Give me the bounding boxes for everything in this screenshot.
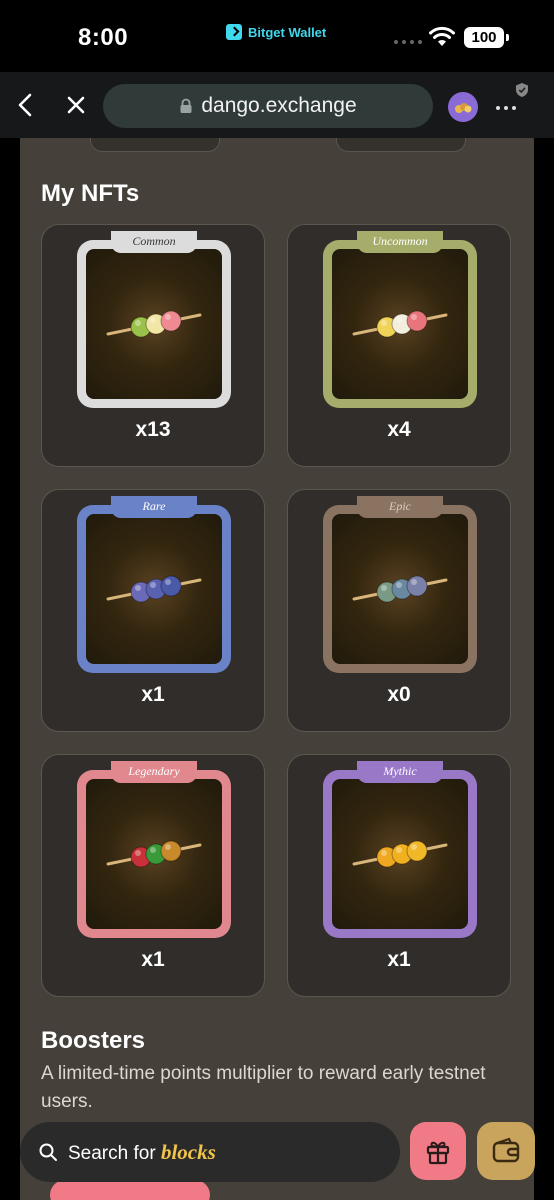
nft-count: x1 (141, 683, 165, 706)
more-options-icon[interactable] (496, 106, 516, 110)
nft-card-uncommon[interactable]: Uncommon x4 (287, 224, 511, 467)
dango-skewer-icon (106, 575, 202, 603)
search-placeholder: Search for blocks (68, 1140, 216, 1165)
status-bar: 8:00 Bitget Wallet 100 (0, 0, 554, 72)
dango-skewer-icon (106, 310, 202, 338)
cellular-signal-icon (394, 40, 422, 44)
dango-avatar-icon (455, 103, 472, 113)
back-arrow-icon[interactable] (10, 89, 42, 121)
boosters-title: Boosters (41, 1027, 146, 1054)
browser-toolbar: dango.exchange (0, 72, 554, 138)
nft-artwork (332, 779, 468, 929)
wallet-icon (492, 1137, 520, 1163)
status-time: 8:00 (78, 24, 129, 51)
nft-artwork (332, 514, 468, 664)
bitget-logo-icon (226, 24, 242, 40)
web-page: My NFTs Common x13 Uncommon x4 Rare x1 Epic x0 L… (0, 138, 554, 1200)
url-text: dango.exchange (201, 94, 357, 117)
nft-artwork (86, 249, 222, 399)
wallet-button[interactable] (477, 1122, 535, 1180)
dango-skewer-icon (352, 840, 448, 868)
nft-artwork (86, 779, 222, 929)
nft-card-rare[interactable]: Rare x1 (41, 489, 265, 732)
wallet-brand: Bitget Wallet (226, 24, 326, 40)
previous-section-tab[interactable] (90, 138, 220, 152)
page-content: My NFTs Common x13 Uncommon x4 Rare x1 Epic x0 L… (20, 138, 534, 1200)
nft-artwork (86, 514, 222, 664)
previous-section-tab[interactable] (336, 138, 466, 152)
nft-frame: Common (77, 231, 231, 408)
nft-card-epic[interactable]: Epic x0 (287, 489, 511, 732)
boosters-description: A limited-time points multiplier to rewa… (41, 1063, 486, 1112)
nft-frame: Rare (77, 496, 231, 673)
nft-rarity-label: Rare (111, 496, 197, 518)
dango-skewer-icon (352, 575, 448, 603)
nft-rarity-label: Epic (357, 496, 443, 518)
nft-card-mythic[interactable]: Mythic x1 (287, 754, 511, 997)
search-bar[interactable]: Search for blocks (20, 1122, 400, 1182)
nft-frame: Legendary (77, 761, 231, 938)
nft-frame: Mythic (323, 761, 477, 938)
gift-icon (426, 1141, 450, 1165)
close-icon[interactable] (60, 89, 92, 121)
avatar[interactable] (448, 92, 478, 122)
nft-count: x4 (387, 418, 411, 441)
lock-icon (180, 98, 192, 113)
gift-button[interactable] (410, 1122, 466, 1180)
search-prefix: Search for (68, 1142, 156, 1164)
wifi-icon (429, 26, 455, 46)
dango-skewer-icon (106, 840, 202, 868)
search-icon (39, 1143, 57, 1161)
wallet-brand-name: Bitget Wallet (248, 24, 327, 40)
nft-count: x0 (387, 683, 411, 706)
nft-count: x1 (141, 948, 165, 971)
booster-action-button[interactable] (50, 1180, 210, 1200)
shield-icon (516, 83, 528, 97)
search-emphasis: blocks (160, 1139, 216, 1164)
nft-frame: Epic (323, 496, 477, 673)
nft-frame: Uncommon (323, 231, 477, 408)
nft-rarity-label: Common (111, 231, 197, 253)
nft-artwork (332, 249, 468, 399)
address-bar[interactable]: dango.exchange (103, 84, 433, 128)
nft-card-legendary[interactable]: Legendary x1 (41, 754, 265, 997)
nft-count: x13 (135, 418, 171, 441)
nft-rarity-label: Legendary (111, 761, 197, 783)
battery-indicator: 100 (464, 27, 509, 48)
nft-rarity-label: Mythic (357, 761, 443, 783)
my-nfts-title: My NFTs (41, 180, 140, 207)
nft-count: x1 (387, 948, 411, 971)
dango-skewer-icon (352, 310, 448, 338)
nft-card-common[interactable]: Common x13 (41, 224, 265, 467)
nft-rarity-label: Uncommon (357, 231, 443, 253)
